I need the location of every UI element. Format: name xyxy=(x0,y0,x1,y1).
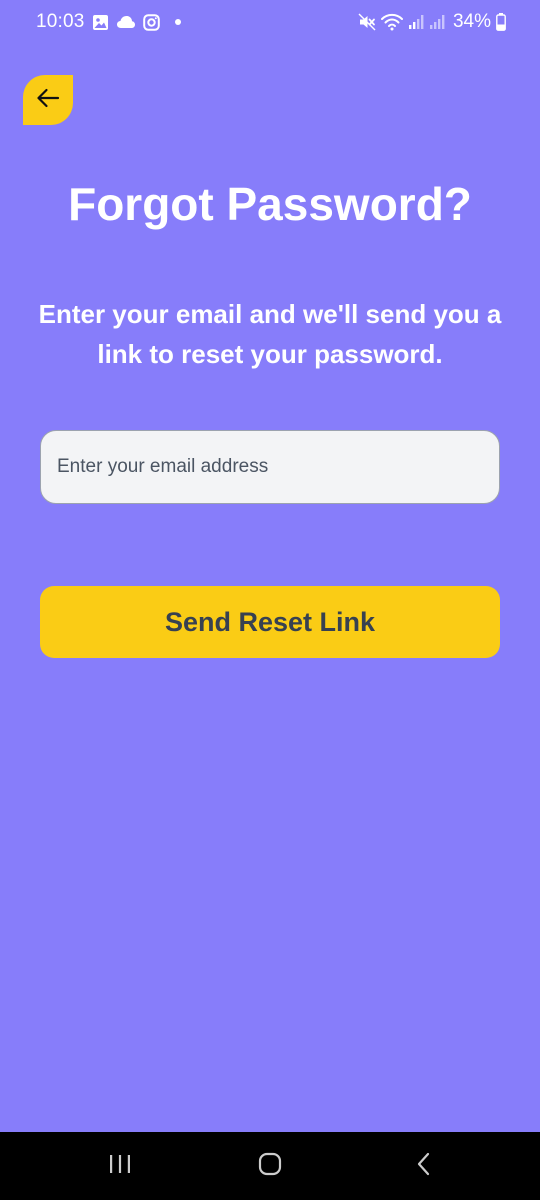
home-icon xyxy=(257,1151,283,1182)
dot-icon xyxy=(175,19,181,25)
recents-button[interactable] xyxy=(100,1146,140,1186)
navigation-bar xyxy=(0,1132,540,1200)
mute-icon xyxy=(358,13,376,31)
signal-icon xyxy=(429,14,445,30)
status-bar: 10:03 34% xyxy=(0,0,540,44)
status-time: 10:03 xyxy=(36,11,85,32)
home-button[interactable] xyxy=(250,1146,290,1186)
status-system-icons: 34% xyxy=(358,10,506,34)
system-back-button[interactable] xyxy=(404,1146,444,1186)
gallery-icon xyxy=(92,14,109,31)
wifi-icon xyxy=(380,13,403,31)
signal-icon xyxy=(408,14,424,30)
page-subtitle: Enter your email and we'll send you a li… xyxy=(38,299,502,369)
battery-icon xyxy=(496,13,506,31)
status-notification-icons xyxy=(92,12,181,32)
recents-icon xyxy=(107,1153,133,1180)
page-title: Forgot Password? xyxy=(68,178,472,230)
back-button[interactable] xyxy=(23,75,73,125)
send-reset-link-button[interactable]: Send Reset Link xyxy=(40,586,500,658)
email-field[interactable] xyxy=(40,430,500,504)
battery-percentage: 34% xyxy=(452,11,491,32)
back-icon xyxy=(414,1151,434,1182)
instagram-icon xyxy=(143,13,160,31)
arrow-left-icon xyxy=(35,87,61,114)
cloud-icon xyxy=(116,15,136,29)
